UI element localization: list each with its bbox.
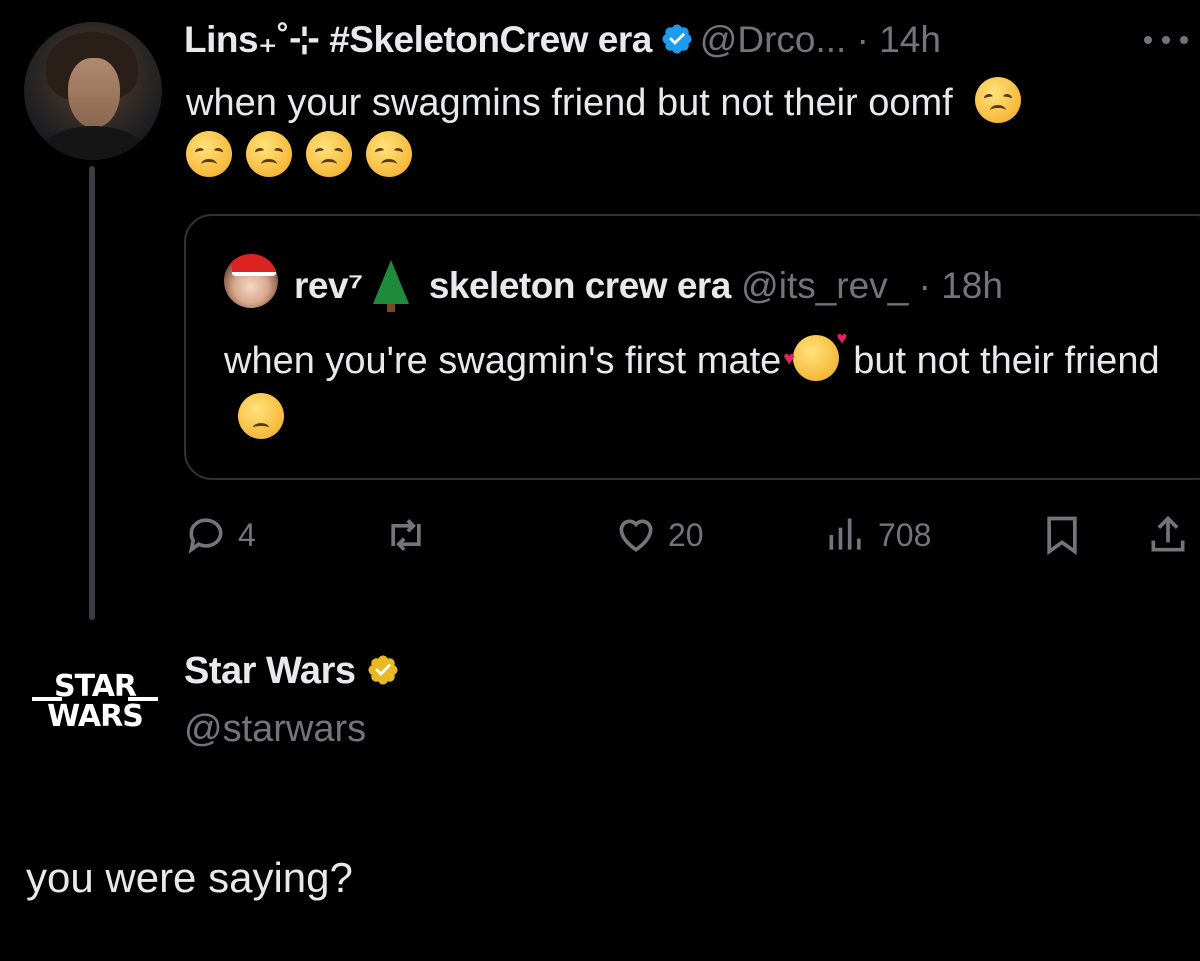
reply-button[interactable]: 4 bbox=[184, 505, 256, 565]
bookmark-button[interactable] bbox=[1040, 505, 1084, 565]
retweet-icon bbox=[391, 519, 421, 551]
analytics-bars-icon bbox=[829, 518, 861, 550]
star-wars-logo[interactable]: STAR WARS bbox=[30, 668, 160, 732]
quoted-tweet-header: rev⁷ skeleton crew era @its_rev_ · 18h bbox=[294, 260, 1003, 312]
quoted-author-handle: @its_rev_ bbox=[741, 265, 909, 306]
quoted-author-name-suffix: skeleton crew era bbox=[428, 265, 732, 306]
tweet-action-bar: 4 20 708 bbox=[184, 505, 1200, 565]
quoted-tweet-timestamp: 18h bbox=[941, 265, 1003, 306]
gold-verified-badge-icon bbox=[367, 655, 398, 685]
disappointed-face-emoji-icon bbox=[366, 131, 412, 177]
smiling-face-with-hearts-emoji-icon bbox=[783, 329, 847, 381]
quoted-tweet-body: when you're swagmin's first mate but not … bbox=[224, 329, 1184, 448]
quoted-author-avatar bbox=[224, 254, 278, 308]
view-count: 708 bbox=[878, 516, 932, 553]
like-button[interactable]: 20 bbox=[614, 505, 704, 565]
like-count: 20 bbox=[668, 516, 704, 553]
disappointed-face-emoji-icon bbox=[975, 77, 1022, 123]
separator-dot: · bbox=[908, 265, 942, 306]
quoted-text-part2: but not their friend bbox=[853, 340, 1160, 382]
reply-author-handle[interactable]: @starwars bbox=[184, 704, 366, 754]
disappointed-face-emoji-icon bbox=[186, 131, 232, 177]
share-button[interactable] bbox=[1146, 505, 1190, 565]
quoted-tweet-card[interactable]: rev⁷ skeleton crew era @its_rev_ · 18h wh… bbox=[184, 214, 1200, 480]
disappointed-face-emoji-icon bbox=[306, 131, 352, 177]
author-handle[interactable]: @Drco... bbox=[700, 19, 847, 60]
tweet-text: when your swagmins friend but not their … bbox=[186, 82, 953, 124]
heart-icon bbox=[619, 519, 653, 552]
reply-icon bbox=[188, 518, 223, 555]
tweet-timestamp[interactable]: 14h bbox=[879, 19, 941, 60]
christmas-tree-emoji-icon bbox=[372, 260, 409, 312]
bookmark-icon bbox=[1047, 516, 1077, 556]
reply-author-display-name[interactable]: Star Wars bbox=[184, 646, 406, 696]
thread-connector-line bbox=[89, 166, 95, 620]
tweet-header: Lins₊˚⊹ #SkeletonCrew era @Drco... · 14h bbox=[184, 16, 941, 64]
author-display-name[interactable]: Lins₊˚⊹ #SkeletonCrew era bbox=[184, 19, 652, 60]
thread-view: Lins₊˚⊹ #SkeletonCrew era @Drco... · 14h … bbox=[0, 0, 1200, 961]
reply-author-name-text: Star Wars bbox=[184, 650, 356, 692]
reply-text: you were saying? bbox=[26, 854, 353, 901]
views-button[interactable]: 708 bbox=[824, 505, 931, 565]
reply-count: 4 bbox=[238, 516, 256, 553]
quoted-author-display-name: rev⁷ bbox=[294, 265, 363, 306]
quoted-text-part1: when you're swagmin's first mate bbox=[224, 340, 782, 382]
pensive-face-emoji-icon bbox=[238, 393, 284, 439]
share-upload-icon bbox=[1151, 515, 1185, 552]
more-options-icon[interactable] bbox=[1142, 34, 1190, 46]
author-avatar[interactable] bbox=[24, 22, 162, 160]
disappointed-face-emoji-icon bbox=[246, 131, 292, 177]
separator-dot: · bbox=[846, 19, 880, 60]
logo-line-2: WARS bbox=[47, 699, 143, 732]
verified-badge-icon bbox=[662, 24, 692, 54]
tweet-body: when your swagmins friend but not their … bbox=[186, 76, 1196, 184]
retweet-button[interactable] bbox=[384, 505, 438, 565]
